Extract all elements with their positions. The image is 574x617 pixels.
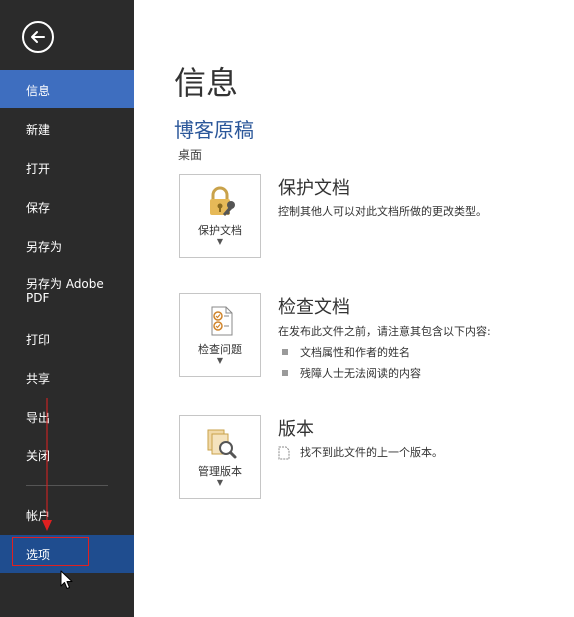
sidebar-item-open[interactable]: 打开 <box>0 148 134 186</box>
sidebar-item-label: 保存 <box>26 201 51 215</box>
protect-document-button[interactable]: 保护文档 ▼ <box>179 174 261 258</box>
sidebar-item-label: 共享 <box>26 372 51 386</box>
sidebar-item-save[interactable]: 保存 <box>0 187 134 225</box>
lock-key-icon <box>210 186 235 216</box>
chevron-down-icon: ▼ <box>216 237 224 246</box>
inspect-document-heading: 检查文档 <box>278 297 350 318</box>
document-title: 博客原稿 <box>174 118 254 142</box>
info-panel: 信息 博客原稿 桌面 保护文档 ▼ 保护文档 控制其他人可以对此文档所做的更改类… <box>134 0 574 617</box>
versions-description-row: 找不到此文件的上一个版本。 <box>278 444 443 460</box>
sidebar-item-label: 另存为 Adobe PDF <box>26 277 104 305</box>
bullet-icon <box>282 349 288 355</box>
sidebar-item-share[interactable]: 共享 <box>0 358 134 396</box>
sidebar-item-label: 新建 <box>26 123 51 137</box>
check-for-issues-button[interactable]: 检查问题 ▼ <box>179 293 261 377</box>
inspect-document-description: 在发布此文件之前，请注意其包含以下内容: <box>278 325 491 338</box>
manage-versions-icon <box>207 429 237 459</box>
back-arrow-icon[interactable] <box>22 21 54 53</box>
sidebar-item-save-as-pdf[interactable]: 另存为 Adobe PDF <box>0 270 134 318</box>
sidebar-item-export[interactable]: 导出 <box>0 397 134 435</box>
sidebar-item-info[interactable]: 信息 <box>0 70 134 108</box>
sidebar-item-print[interactable]: 打印 <box>0 319 134 357</box>
chevron-down-icon: ▼ <box>216 478 224 487</box>
list-item: 文档属性和作者的姓名 <box>282 344 410 360</box>
manage-versions-button[interactable]: 管理版本 ▼ <box>179 415 261 499</box>
mouse-cursor-icon <box>60 570 73 589</box>
list-item-label: 文档属性和作者的姓名 <box>300 346 410 359</box>
annotation-highlight-box <box>12 537 89 566</box>
document-icon <box>278 446 290 460</box>
list-item-label: 残障人士无法阅读的内容 <box>300 367 421 380</box>
sidebar-item-label: 打印 <box>26 333 51 347</box>
list-item: 残障人士无法阅读的内容 <box>282 365 421 381</box>
sidebar-item-label: 另存为 <box>26 240 63 254</box>
protect-document-description: 控制其他人可以对此文档所做的更改类型。 <box>278 205 487 218</box>
page-title: 信息 <box>174 64 239 102</box>
backstage-sidebar: 信息 新建 打开 保存 另存为 另存为 Adobe PDF 打印 共享 导出 关… <box>0 0 134 617</box>
versions-description: 找不到此文件的上一个版本。 <box>300 446 443 459</box>
versions-heading: 版本 <box>278 419 314 440</box>
sidebar-item-new[interactable]: 新建 <box>0 109 134 147</box>
tile-label: 管理版本 <box>198 465 242 478</box>
sidebar-item-account[interactable]: 帐户 <box>0 496 134 534</box>
protect-document-heading: 保护文档 <box>278 178 350 199</box>
sidebar-item-close[interactable]: 关闭 <box>0 436 134 474</box>
sidebar-divider <box>26 485 108 486</box>
document-location[interactable]: 桌面 <box>178 146 202 163</box>
sidebar-item-label: 打开 <box>26 162 51 176</box>
bullet-icon <box>282 370 288 376</box>
chevron-down-icon: ▼ <box>216 356 224 365</box>
sidebar-item-label: 信息 <box>26 84 51 98</box>
tile-label: 保护文档 <box>198 224 242 237</box>
tile-label: 检查问题 <box>198 343 242 356</box>
inspect-document-icon <box>211 306 233 336</box>
sidebar-item-save-as[interactable]: 另存为 <box>0 226 134 264</box>
annotation-arrow-icon <box>42 398 52 531</box>
